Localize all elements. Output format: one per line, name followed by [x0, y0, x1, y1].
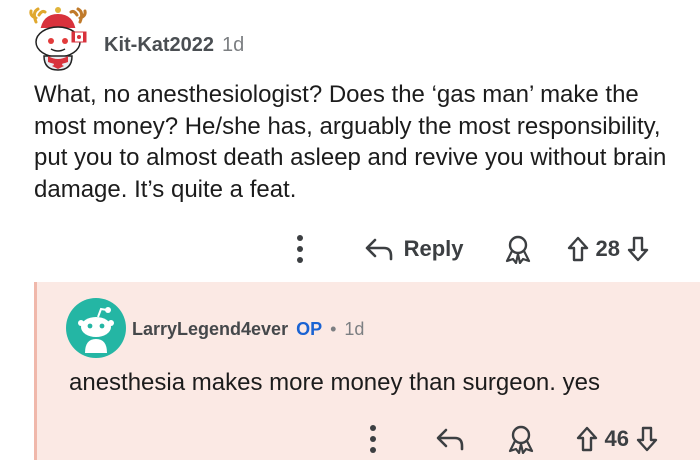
reply-comment: LarryLegend4ever OP • 1d anesthesia make… — [34, 282, 700, 460]
reply-button[interactable] — [435, 427, 465, 451]
more-options-button[interactable] — [290, 234, 310, 264]
upvote-icon[interactable] — [575, 425, 599, 453]
award-icon — [505, 235, 530, 264]
reply-body: anesthesia makes more money than surgeon… — [69, 369, 600, 396]
separator-dot: • — [330, 319, 337, 339]
reply-header: LarryLegend4ever OP • 1d — [132, 319, 364, 340]
reply-label: Reply — [403, 236, 464, 261]
more-options-button[interactable] — [363, 424, 383, 454]
vote-score: 28 — [595, 236, 620, 261]
comment-age: 1d — [222, 34, 245, 56]
snoo-avatar-icon[interactable] — [26, 6, 92, 72]
upvote-icon[interactable] — [566, 235, 590, 263]
reply-arrow-icon — [436, 428, 463, 451]
vote-controls: 46 — [575, 425, 659, 453]
vote-score: 46 — [604, 426, 629, 451]
downvote-icon[interactable] — [635, 425, 659, 453]
reply-age: 1d — [344, 319, 365, 339]
award-icon — [508, 425, 533, 454]
vote-controls: 28 — [566, 235, 650, 263]
reply-button[interactable]: Reply — [364, 236, 464, 262]
downvote-icon[interactable] — [626, 235, 650, 263]
comment-body: What, no anesthesiologist? Does the ‘gas… — [34, 81, 667, 203]
op-badge: OP — [296, 319, 323, 339]
award-button[interactable] — [504, 234, 532, 264]
more-options-icon — [296, 235, 303, 263]
snoo-avatar-icon[interactable] — [65, 297, 127, 359]
comment-username[interactable]: Kit-Kat2022 — [104, 34, 214, 57]
comment: Kit-Kat2022 1d What, no anesthesiologist… — [0, 0, 700, 282]
reply-actions: 46 — [363, 417, 659, 461]
reply-username[interactable]: LarryLegend4ever — [132, 319, 288, 340]
reply-arrow-icon — [365, 238, 392, 261]
award-button[interactable] — [507, 424, 535, 454]
more-options-icon — [369, 425, 376, 453]
comment-header: Kit-Kat2022 1d — [104, 34, 244, 57]
comment-actions: Reply 28 — [290, 226, 650, 272]
